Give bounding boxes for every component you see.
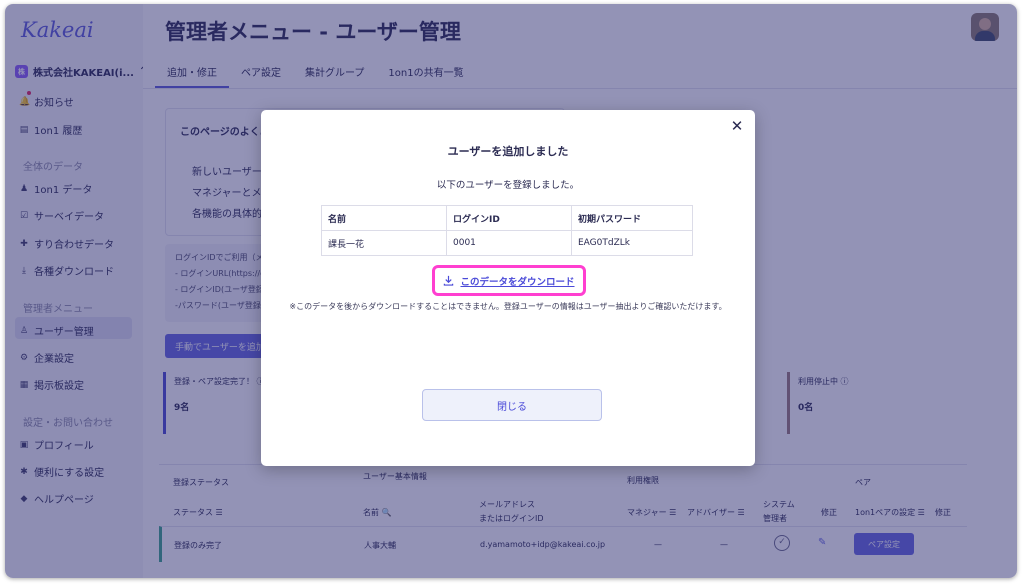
header-initial-password: 初期パスワード xyxy=(571,205,693,231)
download-link-label: このデータをダウンロード xyxy=(460,276,575,288)
table-header-row: 名前 ログインID 初期パスワード xyxy=(321,205,693,231)
download-note: ※このデータを後からダウンロードすることはできません。登録ユーザーの情報はユーザ… xyxy=(289,302,727,311)
cell-name: 課長一花 xyxy=(321,230,447,256)
download-data-link[interactable]: このデータをダウンロード xyxy=(435,268,583,293)
close-button[interactable]: 閉じる xyxy=(422,389,602,421)
modal-subtitle: 以下のユーザーを登録しました。 xyxy=(436,180,580,191)
header-login-id: ログインID xyxy=(446,205,572,231)
download-icon xyxy=(444,275,454,286)
download-highlight-box: このデータをダウンロード xyxy=(432,265,586,296)
app-window: Kakeai 株 株式会社KAKEAI(i... ⌃ 🔔 お知らせ ▤ 1on1… xyxy=(5,4,1017,578)
user-added-modal: ✕ ユーザーを追加しました 以下のユーザーを登録しました。 名前 ログインID … xyxy=(261,110,755,466)
header-name: 名前 xyxy=(321,205,447,231)
registered-users-table: 名前 ログインID 初期パスワード 課長一花 0001 EAG0TdZLk xyxy=(321,205,693,256)
table-row: 課長一花 0001 EAG0TdZLk xyxy=(321,230,693,256)
modal-title: ユーザーを追加しました xyxy=(447,145,569,158)
cell-login-id: 0001 xyxy=(446,230,572,256)
cell-initial-password: EAG0TdZLk xyxy=(571,230,693,256)
close-icon[interactable]: ✕ xyxy=(729,118,745,134)
